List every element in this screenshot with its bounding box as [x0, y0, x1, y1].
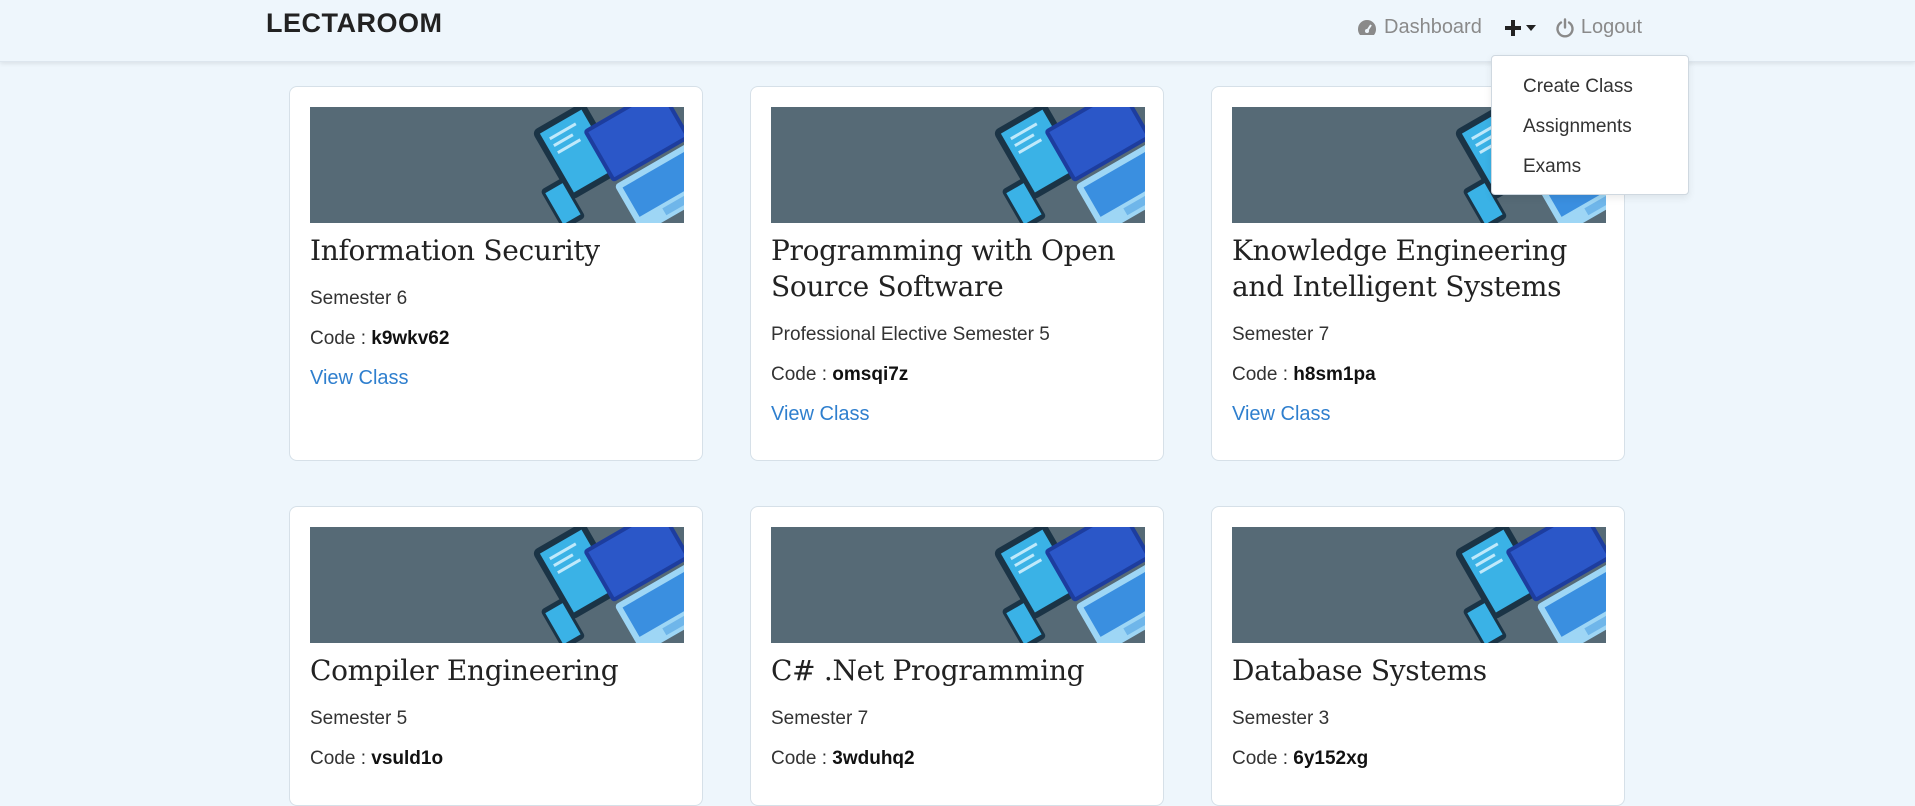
tachometer-icon	[1357, 19, 1377, 35]
class-banner-image	[1232, 527, 1606, 643]
class-code-label: Code :	[771, 364, 827, 385]
top-navbar: LECTAROOM Dashboard Logout	[0, 0, 1915, 62]
class-code: Code : h8sm1pa	[1232, 364, 1376, 386]
class-code-value: 6y152xg	[1293, 748, 1369, 769]
class-semester: Semester 7	[771, 708, 869, 729]
class-title: Knowledge Engineering and Intelligent Sy…	[1232, 234, 1568, 303]
nav-right: Dashboard Logout	[1356, 16, 1642, 39]
class-code-value: omsqi7z	[832, 364, 909, 385]
class-semester: Semester 3	[1232, 708, 1330, 729]
class-title: Database Systems	[1232, 654, 1487, 687]
class-code: Code : k9wkv62	[310, 328, 449, 350]
menu-item-create-class[interactable]: Create Class	[1492, 72, 1688, 112]
class-code-label: Code :	[1232, 364, 1288, 385]
devices-illustration-icon	[771, 527, 1145, 643]
brand-logo[interactable]: LECTAROOM	[266, 8, 442, 39]
caret-down-icon	[1525, 24, 1536, 31]
menu-item-exams[interactable]: Exams	[1492, 152, 1688, 192]
class-code-label: Code :	[310, 748, 366, 769]
class-card: C# .Net Programming Semester 7 Code : 3w…	[750, 506, 1164, 806]
class-code: Code : vsuld1o	[310, 748, 443, 770]
dashboard-label: Dashboard	[1384, 16, 1482, 38]
logout-link[interactable]: Logout	[1555, 16, 1642, 39]
class-banner-image	[310, 107, 684, 223]
class-code: Code : 3wduhq2	[771, 748, 915, 770]
class-title: Programming with Open Source Software	[771, 234, 1116, 303]
class-card: Database Systems Semester 3 Code : 6y152…	[1211, 506, 1625, 806]
class-code-label: Code :	[1232, 748, 1288, 769]
class-code-value: h8sm1pa	[1293, 364, 1376, 385]
dashboard-link[interactable]: Dashboard	[1356, 16, 1482, 39]
class-semester: Semester 6	[310, 288, 408, 309]
devices-illustration-icon	[310, 527, 684, 643]
class-title: Information Security	[310, 234, 600, 267]
class-card: Programming with Open Source Software Pr…	[750, 86, 1164, 461]
class-title: Compiler Engineering	[310, 654, 619, 687]
view-class-link[interactable]: View Class	[1232, 403, 1331, 426]
class-code-value: 3wduhq2	[832, 748, 915, 769]
menu-item-assignments[interactable]: Assignments	[1492, 112, 1688, 152]
power-icon	[1556, 17, 1574, 37]
class-code-label: Code :	[771, 748, 827, 769]
class-code: Code : 6y152xg	[1232, 748, 1368, 770]
plus-icon	[1504, 19, 1521, 36]
class-title: C# .Net Programming	[771, 654, 1085, 687]
class-code: Code : omsqi7z	[771, 364, 908, 386]
class-code-value: vsuld1o	[371, 748, 444, 769]
devices-illustration-icon	[310, 107, 684, 223]
class-banner-image	[771, 527, 1145, 643]
view-class-link[interactable]: View Class	[310, 367, 409, 390]
logout-label: Logout	[1580, 16, 1643, 38]
class-code-label: Code :	[310, 328, 366, 349]
class-semester: Semester 5	[310, 708, 408, 729]
devices-illustration-icon	[771, 107, 1145, 223]
class-card: Compiler Engineering Semester 5 Code : v…	[289, 506, 703, 806]
devices-illustration-icon	[1232, 527, 1606, 643]
class-semester: Semester 7	[1232, 324, 1330, 345]
class-card: Information Security Semester 6 Code : k…	[289, 86, 703, 461]
class-banner-image	[771, 107, 1145, 223]
class-banner-image	[310, 527, 684, 643]
view-class-link[interactable]: View Class	[771, 403, 870, 426]
class-semester: Professional Elective Semester 5	[771, 324, 1050, 345]
class-code-value: k9wkv62	[371, 328, 450, 349]
create-dropdown-menu: Create Class Assignments Exams	[1491, 55, 1689, 195]
create-dropdown-toggle[interactable]	[1504, 19, 1537, 37]
